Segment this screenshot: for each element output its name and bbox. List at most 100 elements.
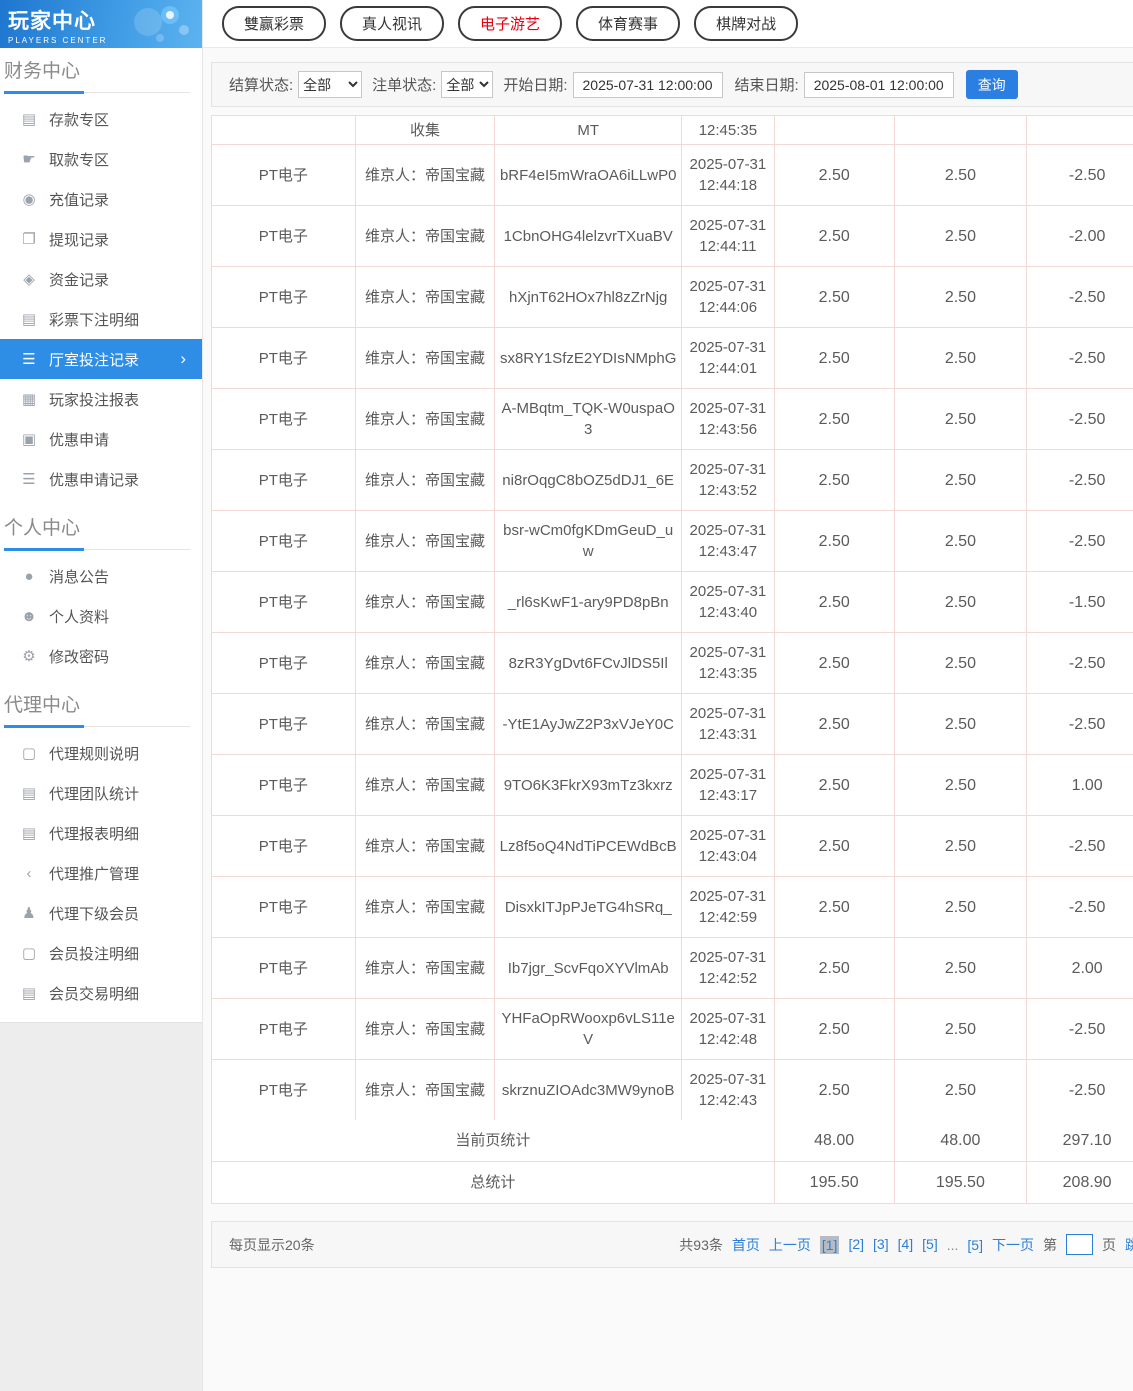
nav-live-casino-button[interactable]: 真人视讯 xyxy=(340,6,444,41)
page-links: [1] [2] [3] [4] [5] xyxy=(820,1236,938,1254)
cell-game-type: PT电子 xyxy=(212,511,356,571)
sidebar-item-label: 代理规则说明 xyxy=(49,743,139,764)
total-count-text: 共93条 xyxy=(679,1235,723,1255)
sidebar-item-label: 个人资料 xyxy=(49,606,109,627)
list-doc-icon: ▤ xyxy=(20,310,38,328)
page-link[interactable]: [1] xyxy=(820,1236,840,1254)
cell-game-type: PT电子 xyxy=(212,938,356,998)
cell-valid-amount: 2.50 xyxy=(895,633,1028,693)
cell-profit: 2.00 xyxy=(1027,938,1133,998)
sidebar-item-label: 厅室投注记录 xyxy=(49,349,139,370)
settle-status-select[interactable]: 全部 xyxy=(298,71,362,98)
sidebar-item-agent-members[interactable]: ♟ 代理下级会员 › xyxy=(0,893,202,933)
sidebar-item-notices[interactable]: ● 消息公告 › xyxy=(0,556,202,596)
cell-bet-time: 2025-07-31 12:43:56 xyxy=(682,389,775,449)
sidebar-item-player-bet-report[interactable]: ▦ 玩家投注报表 › xyxy=(0,379,202,419)
cell-profit: -2.50 xyxy=(1027,389,1133,449)
sidebar-item-agent-rules[interactable]: ▢ 代理规则说明 › xyxy=(0,733,202,773)
cell-profit: -1.50 xyxy=(1027,572,1133,632)
table-row: PT电子 维京人：帝国宝藏 A-MBqtm_TQK-W0uspaO3 2025-… xyxy=(212,389,1133,450)
page-link[interactable]: [2] xyxy=(848,1236,864,1254)
order-status-select[interactable]: 全部 xyxy=(441,71,493,98)
ellipsis: ... xyxy=(947,1237,959,1253)
cell-valid-amount: 2.50 xyxy=(895,877,1028,937)
sidebar-item-change-password[interactable]: ⚙ 修改密码 › xyxy=(0,636,202,676)
cell-bet-time: 12:45:35 xyxy=(682,116,775,144)
app-logo: 玩家中心 PLAYERS CENTER xyxy=(0,0,202,48)
cell-game-name: 收集 xyxy=(356,116,496,144)
cell-bet-id: sx8RY1SfzE2YDIsNMphG xyxy=(495,328,682,388)
sidebar-item-label: 代理报表明细 xyxy=(49,823,139,844)
sidebar-item-profile[interactable]: ☻ 个人资料 › xyxy=(0,596,202,636)
cell-game-type: PT电子 xyxy=(212,267,356,327)
hand-withdraw-icon: ☛ xyxy=(20,150,38,168)
cell-profit: -2.50 xyxy=(1027,999,1133,1059)
nav-electronic-games-button[interactable]: 电子游艺 xyxy=(458,6,562,41)
sidebar-item-agent-report-detail[interactable]: ▤ 代理报表明细 › xyxy=(0,813,202,853)
sidebar-item-hall-bet-record[interactable]: ☰ 厅室投注记录 › xyxy=(0,339,202,379)
end-date-input[interactable] xyxy=(804,72,954,98)
sidebar-item-label: 优惠申请 xyxy=(49,429,109,450)
nav-lottery-button[interactable]: 雙赢彩票 xyxy=(222,6,326,41)
page-link[interactable]: [4] xyxy=(898,1236,914,1254)
sidebar-item-promo-apply[interactable]: ▣ 优惠申请 › xyxy=(0,419,202,459)
first-page-link[interactable]: 首页 xyxy=(732,1235,760,1255)
nav-sports-button[interactable]: 体育赛事 xyxy=(576,6,680,41)
cell-game-name: 维京人：帝国宝藏 xyxy=(356,450,496,510)
filter-bar: 结算状态: 全部 注单状态: 全部 开始日期: 结束日期: 查询 xyxy=(211,62,1133,107)
start-date-input[interactable] xyxy=(573,72,723,98)
page-link[interactable]: [5] xyxy=(922,1236,938,1254)
cell-game-type: PT电子 xyxy=(212,633,356,693)
cell-valid-amount: 2.50 xyxy=(895,755,1028,815)
sidebar-item-member-bet-detail[interactable]: ▢ 会员投注明细 › xyxy=(0,933,202,973)
sidebar-item-withdraw-record[interactable]: ❐ 提现记录 › xyxy=(0,219,202,259)
main-content: 雙赢彩票 真人视讯 电子游艺 体育赛事 棋牌对战 结算状态: 全部 注单状态: … xyxy=(203,0,1133,1391)
sidebar-item-label: 彩票下注明细 xyxy=(49,309,139,330)
search-button[interactable]: 查询 xyxy=(966,70,1018,99)
sidebar-item-deposit[interactable]: ▤ 存款专区 › xyxy=(0,99,202,139)
gift-icon: ▣ xyxy=(20,430,38,448)
sidebar-item-funds-record[interactable]: ◈ 资金记录 › xyxy=(0,259,202,299)
sidebar-item-lottery-bet-detail[interactable]: ▤ 彩票下注明细 › xyxy=(0,299,202,339)
page-link[interactable]: [3] xyxy=(873,1236,889,1254)
total-summary-bet: 195.50 xyxy=(775,1162,895,1203)
jump-link[interactable]: 跳 xyxy=(1125,1235,1133,1255)
money-bag-icon: ◉ xyxy=(20,190,38,208)
news-icon: ▤ xyxy=(20,784,38,802)
sidebar-item-promo-apply-record[interactable]: ☰ 优惠申请记录 › xyxy=(0,459,202,499)
cell-bet-amount: 2.50 xyxy=(775,755,895,815)
sidebar-item-recharge-record[interactable]: ◉ 充值记录 › xyxy=(0,179,202,219)
cell-game-type: PT电子 xyxy=(212,755,356,815)
cell-bet-time: 2025-07-31 12:44:18 xyxy=(682,145,775,205)
section-title-finance: 财务中心 xyxy=(4,56,190,93)
cell-profit: -2.50 xyxy=(1027,328,1133,388)
cell-valid-amount: 2.50 xyxy=(895,267,1028,327)
cell-bet-time: 2025-07-31 12:42:48 xyxy=(682,999,775,1059)
report-chart-icon: ▦ xyxy=(20,390,38,408)
clipboard-icon: ▢ xyxy=(20,944,38,962)
cell-profit: -2.00 xyxy=(1027,206,1133,266)
sidebar-item-withdraw[interactable]: ☛ 取款专区 › xyxy=(0,139,202,179)
goto-page-input[interactable] xyxy=(1066,1234,1093,1255)
cell-bet-id: ni8rOqgC8bOZ5dDJ1_6E xyxy=(495,450,682,510)
sidebar-item-agent-team-stats[interactable]: ▤ 代理团队统计 › xyxy=(0,773,202,813)
nav-board-games-button[interactable]: 棋牌对战 xyxy=(694,6,798,41)
cell-valid-amount: 2.50 xyxy=(895,450,1028,510)
sidebar-item-agent-promotion[interactable]: ‹ 代理推广管理 › xyxy=(0,853,202,893)
cell-bet-amount: 2.50 xyxy=(775,206,895,266)
prev-page-link[interactable]: 上一页 xyxy=(769,1235,811,1255)
cell-bet-amount: 2.50 xyxy=(775,572,895,632)
players-center-app: 玩家中心 PLAYERS CENTER 财务中心 ▤ 存款专区 › xyxy=(0,0,1133,1391)
cell-game-type: PT电子 xyxy=(212,694,356,754)
cell-game-name: 维京人：帝国宝藏 xyxy=(356,572,496,632)
cell-game-type: PT电子 xyxy=(212,816,356,876)
cell-valid-amount xyxy=(895,116,1028,144)
last-page-link[interactable]: [5] xyxy=(967,1237,983,1253)
table-row: PT电子 维京人：帝国宝藏 8zR3YgDvt6FCvJlDS5Il 2025-… xyxy=(212,633,1133,694)
table-row: PT电子 维京人：帝国宝藏 hXjnT62HOx7hl8zZrNjg 2025-… xyxy=(212,267,1133,328)
cell-bet-amount: 2.50 xyxy=(775,877,895,937)
next-page-link[interactable]: 下一页 xyxy=(992,1235,1034,1255)
cell-game-type: PT电子 xyxy=(212,206,356,266)
cell-bet-amount: 2.50 xyxy=(775,633,895,693)
sidebar-item-member-trans-detail[interactable]: ▤ 会员交易明细 › xyxy=(0,973,202,1013)
